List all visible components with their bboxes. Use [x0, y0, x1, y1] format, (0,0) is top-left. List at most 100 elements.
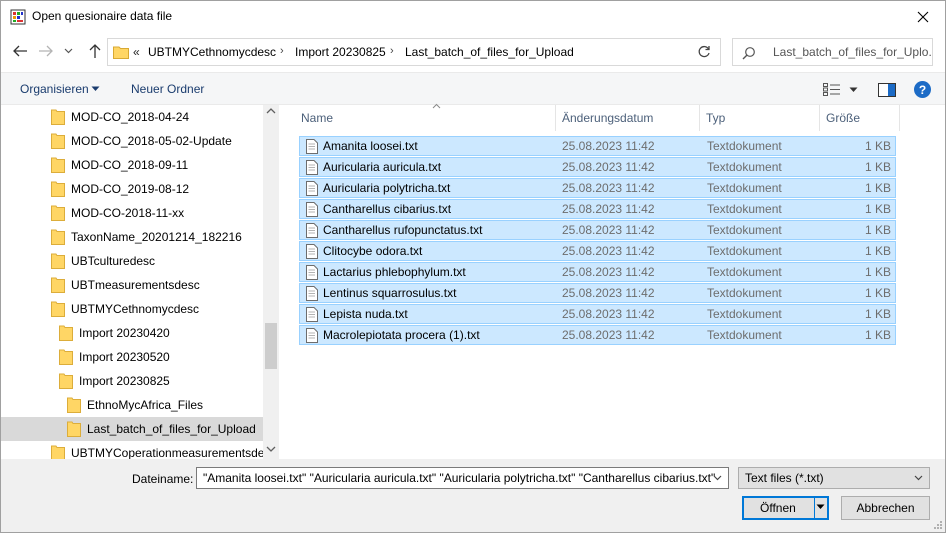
- cancel-button-label: Abbrechen: [856, 501, 915, 515]
- help-icon[interactable]: ?: [914, 81, 931, 98]
- breadcrumb-overflow[interactable]: «: [133, 45, 140, 59]
- folder-icon: [51, 181, 65, 197]
- column-header-size[interactable]: Größe: [819, 105, 900, 131]
- breadcrumb-item[interactable]: Import 20230825: [295, 45, 386, 59]
- search-box[interactable]: Last_batch_of_files_for_Uplo...: [732, 38, 933, 66]
- tree-item-label: UBTmeasurementsdesc: [71, 278, 200, 292]
- file-row[interactable]: Lactarius phlebophylum.txt 25.08.2023 11:…: [299, 262, 896, 282]
- column-header-name[interactable]: Name: [294, 103, 556, 131]
- filename-input[interactable]: "Amanita loosei.txt" "Auricularia auricu…: [196, 467, 729, 489]
- file-row[interactable]: Lepista nuda.txt 25.08.2023 11:42 Textdoku…: [299, 304, 896, 324]
- window-title: Open quesionaire data file: [32, 9, 173, 23]
- file-size: 1 KB: [864, 307, 891, 321]
- text-file-icon: [306, 265, 318, 280]
- file-list: Name Änderungsdatum Typ Größe Amanita lo…: [285, 103, 945, 459]
- chevron-down-icon[interactable]: [914, 475, 923, 481]
- chevron-down-icon[interactable]: [91, 86, 100, 92]
- filename-label: Dateiname:: [132, 472, 194, 486]
- recent-locations-button[interactable]: [62, 41, 74, 61]
- file-row[interactable]: Lentinus squarrosulus.txt 25.08.2023 11:4…: [299, 283, 896, 303]
- resize-grip-icon[interactable]: [933, 520, 943, 530]
- back-button[interactable]: [10, 41, 30, 61]
- file-date: 25.08.2023 11:42: [562, 139, 655, 153]
- tree-item[interactable]: MOD-CO_2018-09-11: [51, 153, 188, 177]
- text-file-icon: [306, 139, 318, 154]
- search-input[interactable]: Last_batch_of_files_for_Uplo...: [773, 45, 931, 59]
- tree-item[interactable]: MOD-CO-2018-11-xx: [51, 201, 184, 225]
- column-header-label: Änderungsdatum: [562, 111, 654, 125]
- chevron-down-icon[interactable]: [265, 444, 277, 454]
- file-type: Textdokument: [707, 307, 782, 321]
- forward-button[interactable]: [36, 41, 56, 61]
- tree-item[interactable]: EthnoMycAfrica_Files: [67, 393, 203, 417]
- scrollbar-thumb[interactable]: [265, 323, 277, 369]
- file-size: 1 KB: [864, 244, 891, 258]
- tree-item[interactable]: UBTculturedesc: [51, 249, 155, 273]
- file-type: Textdokument: [707, 286, 782, 300]
- tree-item[interactable]: MOD-CO_2018-05-02-Update: [51, 129, 232, 153]
- text-file-icon: [306, 286, 318, 301]
- breadcrumb-item[interactable]: Last_batch_of_files_for_Upload: [405, 45, 574, 59]
- tree-item[interactable]: TaxonName_20201214_182216: [51, 225, 242, 249]
- tree-item-label: Import 20230825: [79, 374, 170, 388]
- file-row[interactable]: Auricularia polytricha.txt 25.08.2023 11:…: [299, 178, 896, 198]
- preview-pane-icon[interactable]: [878, 83, 896, 97]
- file-date: 25.08.2023 11:42: [562, 223, 655, 237]
- new-folder-button[interactable]: Neuer Ordner: [131, 82, 204, 96]
- file-size: 1 KB: [864, 265, 891, 279]
- tree-item[interactable]: UBTMYCethnomycdesc: [51, 297, 199, 321]
- tree-item[interactable]: MOD-CO_2018-04-24: [51, 105, 189, 129]
- filetype-value: Text files (*.txt): [745, 471, 824, 485]
- tree-item[interactable]: Import 20230420: [59, 321, 170, 345]
- sort-up-icon: [432, 103, 441, 109]
- column-header-type[interactable]: Typ: [699, 105, 820, 131]
- close-icon: [917, 11, 929, 22]
- file-type: Textdokument: [707, 160, 782, 174]
- file-row[interactable]: Clitocybe odora.txt 25.08.2023 11:42 Textd…: [299, 241, 896, 261]
- column-header-label: Name: [301, 111, 334, 125]
- tree-item[interactable]: Import 20230520: [59, 345, 170, 369]
- filetype-select[interactable]: Text files (*.txt): [738, 467, 930, 489]
- tree-item-label: Last_batch_of_files_for_Upload: [87, 422, 256, 436]
- open-button[interactable]: Öffnen: [742, 496, 829, 520]
- column-header-date[interactable]: Änderungsdatum: [555, 105, 700, 131]
- cancel-button[interactable]: Abbrechen: [841, 496, 930, 520]
- up-button[interactable]: [85, 41, 105, 61]
- file-row[interactable]: Macrolepiotata procera (1).txt 25.08.2023…: [299, 325, 896, 345]
- organize-menu-button[interactable]: Organisieren: [20, 82, 89, 96]
- file-type: Textdokument: [707, 202, 782, 216]
- folder-icon: [51, 229, 65, 245]
- file-row[interactable]: Cantharellus rufopunctatus.txt 25.08.2023…: [299, 220, 896, 240]
- chevron-up-icon[interactable]: [265, 106, 277, 116]
- chevron-right-icon[interactable]: ›: [390, 45, 394, 57]
- tree-item[interactable]: Import 20230825: [59, 369, 170, 393]
- file-row[interactable]: Auricularia auricula.txt 25.08.2023 11:42…: [299, 157, 896, 177]
- file-type: Textdokument: [707, 244, 782, 258]
- app-icon: [10, 9, 26, 25]
- tree-scrollbar[interactable]: [263, 105, 279, 459]
- file-type: Textdokument: [707, 265, 782, 279]
- folder-icon: [51, 277, 65, 293]
- tree-item[interactable]: UBTmeasurementsdesc: [51, 273, 200, 297]
- file-row[interactable]: Amanita loosei.txt 25.08.2023 11:42 Textdo…: [299, 136, 896, 156]
- file-row[interactable]: Cantharellus cibarius.txt 25.08.2023 11:4…: [299, 199, 896, 219]
- view-list-icon[interactable]: [823, 83, 841, 96]
- chevron-down-icon[interactable]: [713, 475, 722, 481]
- address-bar[interactable]: « UBTMYCethnomycdesc › Import 20230825 ›…: [107, 38, 782, 66]
- file-date: 25.08.2023 11:42: [562, 202, 655, 216]
- tree-item[interactable]: Last_batch_of_files_for_Upload: [1, 417, 263, 441]
- tree-item-label: MOD-CO_2018-04-24: [71, 110, 190, 124]
- file-size: 1 KB: [864, 223, 891, 237]
- close-button[interactable]: [901, 1, 945, 32]
- refresh-button[interactable]: [687, 38, 721, 66]
- chevron-right-icon[interactable]: ›: [280, 45, 284, 57]
- file-size: 1 KB: [864, 160, 891, 174]
- file-name: Amanita loosei.txt: [323, 139, 418, 153]
- chevron-down-icon[interactable]: [849, 87, 858, 93]
- breadcrumb-item[interactable]: UBTMYCethnomycdesc: [148, 45, 276, 59]
- file-size: 1 KB: [864, 181, 891, 195]
- navigation-pane: MOD-CO_2018-04-24 MOD-CO_2018-05-02-Updat…: [1, 105, 279, 459]
- chevron-down-icon[interactable]: [816, 503, 825, 511]
- tree-item[interactable]: MOD-CO_2019-08-12: [51, 177, 189, 201]
- tree-item[interactable]: UBTMYCoperationmeasurementsdes: [51, 441, 270, 459]
